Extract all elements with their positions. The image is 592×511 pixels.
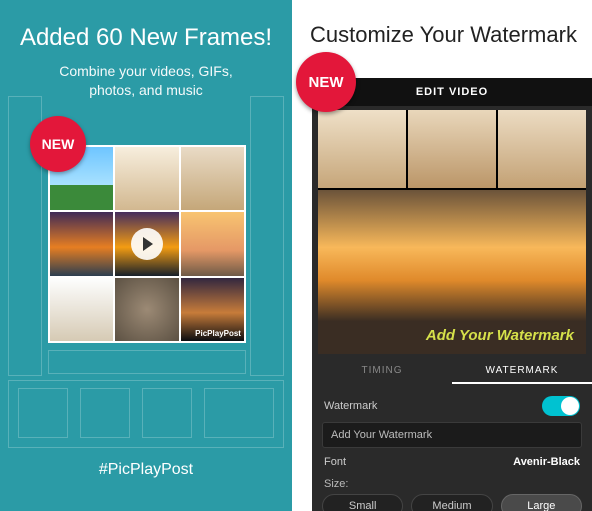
size-segmented-control: Small Medium Large: [322, 494, 582, 511]
promo-right-panel: Customize Your Watermark NEW EDIT VIDEO …: [292, 0, 592, 511]
collage-cell: PicPlayPost: [181, 278, 244, 341]
size-option-small[interactable]: Small: [322, 494, 403, 511]
size-option-medium[interactable]: Medium: [411, 494, 492, 511]
subtitle-line: photos, and music: [89, 82, 203, 98]
collage-cell: [181, 147, 244, 210]
left-subtitle: Combine your videos, GIFs, photos, and m…: [0, 62, 292, 100]
hashtag-text: #PicPlayPost: [0, 461, 292, 479]
tab-timing[interactable]: TIMING: [312, 358, 452, 384]
bg-grid-line: [250, 96, 284, 376]
collage-cell: [50, 212, 113, 275]
new-badge: NEW: [296, 52, 356, 112]
bg-grid-line: [18, 388, 68, 438]
right-title: Customize Your Watermark: [292, 22, 592, 48]
bg-grid-line: [142, 388, 192, 438]
collage-cell: [115, 147, 178, 210]
play-icon: [115, 212, 178, 275]
preview-thumb: [498, 110, 586, 188]
preview-thumb: [408, 110, 496, 188]
preview-thumb: [318, 110, 406, 188]
collage-cell: [181, 212, 244, 275]
watermark-text-input[interactable]: Add Your Watermark: [322, 422, 582, 448]
collage-cell: [50, 278, 113, 341]
photo-collage: PicPlayPost: [48, 145, 246, 343]
collage-cell-video[interactable]: [115, 212, 178, 275]
tab-watermark[interactable]: WATERMARK: [452, 358, 592, 384]
font-label: Font: [324, 456, 346, 468]
editor-tabs: TIMING WATERMARK: [312, 358, 592, 384]
font-value: Avenir-Black: [513, 456, 580, 468]
font-row[interactable]: Font Avenir-Black: [322, 448, 582, 476]
size-option-large[interactable]: Large: [501, 494, 582, 511]
watermark-toggle[interactable]: [542, 396, 580, 416]
video-preview: Add Your Watermark: [318, 110, 586, 354]
new-badge: NEW: [30, 116, 86, 172]
preview-watermark-text: Add Your Watermark: [426, 327, 574, 344]
promo-left-panel: Added 60 New Frames! Combine your videos…: [0, 0, 292, 511]
phone-frame: EDIT VIDEO Add Your Watermark TIMING WAT…: [312, 78, 592, 511]
watermark-toggle-row: Watermark: [322, 390, 582, 422]
bg-grid-line: [204, 388, 274, 438]
watermark-settings: Watermark Add Your Watermark Font Avenir…: [312, 384, 592, 511]
watermark-label: Watermark: [324, 400, 377, 412]
size-label: Size:: [322, 478, 582, 494]
bg-grid-line: [48, 350, 246, 374]
collage-cell: [115, 278, 178, 341]
left-title: Added 60 New Frames!: [0, 24, 292, 52]
subtitle-line: Combine your videos, GIFs,: [59, 63, 233, 79]
collage-watermark-text: PicPlayPost: [195, 329, 241, 338]
bg-grid-line: [80, 388, 130, 438]
